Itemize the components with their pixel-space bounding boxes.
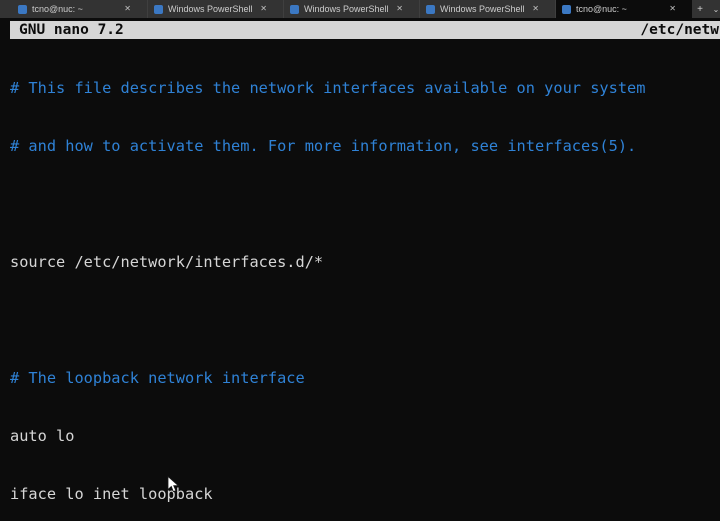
tab-powershell-1[interactable]: Windows PowerShell ✕: [148, 0, 284, 18]
terminal-app-icon: [562, 4, 571, 14]
editor-line: source /etc/network/interfaces.d/*: [10, 252, 324, 271]
terminal-app-icon: [290, 4, 299, 14]
tab-powershell-2[interactable]: Windows PowerShell ✕: [284, 0, 420, 18]
tab-label: Windows PowerShell: [168, 4, 253, 14]
tab-powershell-3[interactable]: Windows PowerShell ✕: [420, 0, 556, 18]
editor-line: # The loopback network interface: [10, 368, 305, 387]
close-icon[interactable]: ✕: [256, 3, 271, 15]
terminal-app-icon: [18, 4, 27, 14]
close-icon[interactable]: ✕: [392, 3, 407, 15]
editor-line: auto lo: [10, 426, 75, 445]
new-tab-button[interactable]: +: [692, 0, 708, 18]
nano-filename-label: /etc/netw: [640, 22, 719, 38]
tab-tcno-nuc-2-active[interactable]: tcno@nuc: ~ ✕: [556, 0, 692, 18]
chevron-down-icon[interactable]: ⌄: [708, 0, 720, 18]
terminal-window: tcno@nuc: ~ ✕ Windows PowerShell ✕ Windo…: [0, 0, 720, 521]
terminal-app-icon: [154, 4, 163, 14]
close-icon[interactable]: ✕: [665, 3, 680, 15]
terminal-app-icon: [426, 4, 435, 14]
editor-content[interactable]: # This file describes the network interf…: [10, 40, 720, 521]
close-icon[interactable]: ✕: [528, 3, 543, 15]
tab-label: Windows PowerShell: [440, 4, 525, 14]
tab-label: Windows PowerShell: [304, 4, 389, 14]
editor-line: iface lo inet loopback: [10, 484, 213, 503]
tab-tcno-nuc-1[interactable]: tcno@nuc: ~ ✕: [12, 0, 148, 18]
editor-line: # This file describes the network interf…: [10, 78, 646, 97]
close-icon[interactable]: ✕: [120, 3, 135, 15]
tab-label: tcno@nuc: ~: [576, 4, 627, 14]
nano-version-label: GNU nano 7.2: [19, 22, 124, 38]
tab-label: tcno@nuc: ~: [32, 4, 83, 14]
nano-titlebar: GNU nano 7.2 /etc/netw: [10, 21, 720, 39]
editor-line: # and how to activate them. For more inf…: [10, 136, 637, 155]
tab-bar: tcno@nuc: ~ ✕ Windows PowerShell ✕ Windo…: [0, 0, 720, 18]
